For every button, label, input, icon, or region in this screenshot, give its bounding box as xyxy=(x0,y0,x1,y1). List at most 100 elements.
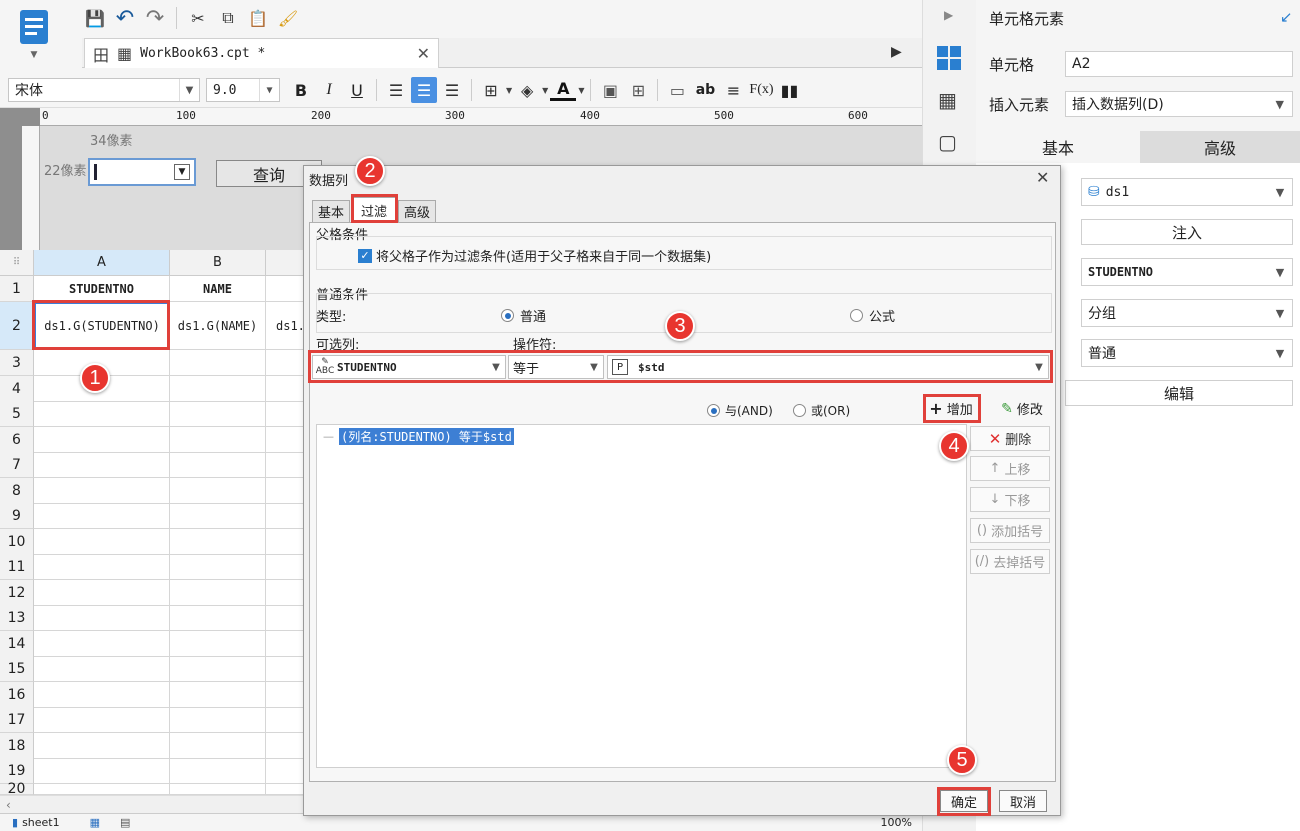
grid-cell[interactable] xyxy=(266,427,305,453)
condition-list-item[interactable]: (列名:STUDENTNO) 等于$std xyxy=(339,428,514,445)
grid-cell[interactable] xyxy=(34,656,170,682)
close-icon[interactable]: ✕ xyxy=(417,44,430,63)
merge-cell-icon[interactable]: ▣ xyxy=(597,77,623,103)
modify-condition-button[interactable]: ✎ 修改 xyxy=(994,396,1050,421)
align-left-icon[interactable]: ☰ xyxy=(383,77,409,103)
grid-cell[interactable] xyxy=(34,758,170,784)
grid-cell[interactable] xyxy=(266,376,305,402)
tab-menu-icon[interactable]: ▶ xyxy=(891,44,902,60)
grid-cell[interactable] xyxy=(266,758,305,784)
format-brush-icon[interactable]: 🖌 xyxy=(275,5,301,31)
row-header[interactable]: 1 xyxy=(0,276,34,302)
chart-icon[interactable]: ▮▮ xyxy=(776,77,802,103)
row-header[interactable]: 3 xyxy=(0,350,34,376)
font-color-icon[interactable]: A xyxy=(550,79,577,101)
grid-cell[interactable] xyxy=(266,478,305,504)
move-down-button[interactable]: ↓ 下移 xyxy=(970,487,1050,512)
row-header[interactable]: 17 xyxy=(0,707,34,733)
grid-cell[interactable] xyxy=(34,580,170,606)
grid-cell[interactable] xyxy=(266,350,305,376)
cell-c2[interactable]: ds1. xyxy=(266,302,305,350)
save-icon[interactable]: 💾 xyxy=(82,5,108,31)
dataset-select[interactable]: ⛁ ds1 ▼ xyxy=(1081,178,1293,206)
radio-formula[interactable]: 公式 xyxy=(850,306,895,325)
fill-color-icon[interactable]: ◈ xyxy=(514,77,540,103)
row-header[interactable]: 15 xyxy=(0,656,34,682)
grid-cell[interactable] xyxy=(34,682,170,708)
split-cell-icon[interactable]: ⊞ xyxy=(625,77,651,103)
grid-cell[interactable] xyxy=(170,350,266,376)
grid-cell[interactable] xyxy=(266,401,305,427)
field-select[interactable]: STUDENTNO ▼ xyxy=(1081,258,1293,286)
edit-button[interactable]: 编辑 xyxy=(1065,380,1293,406)
grid-cell[interactable] xyxy=(34,733,170,759)
formula-icon[interactable]: F(x) xyxy=(748,77,774,103)
app-menu-button[interactable]: ▼ xyxy=(14,6,54,62)
paste-icon[interactable]: 📋 xyxy=(245,5,271,31)
add-sheet-icon[interactable]: ▦ xyxy=(90,816,100,829)
dialog-tab-basic[interactable]: 基本 xyxy=(312,200,350,222)
parent-filter-checkbox-row[interactable]: ✓ 将父格子作为过滤条件(适用于父子格来自于同一个数据集) xyxy=(358,246,711,265)
cell-b2[interactable]: ds1.G(NAME) xyxy=(170,302,266,350)
grid-cell[interactable] xyxy=(170,529,266,555)
cell-input[interactable]: A2 xyxy=(1065,51,1293,77)
grid-cell[interactable] xyxy=(34,529,170,555)
grid-cell[interactable] xyxy=(34,503,170,529)
radio-and[interactable]: 与(AND) xyxy=(707,402,773,419)
column-header-b[interactable]: B xyxy=(170,250,266,276)
add-form-icon[interactable]: ▤ xyxy=(120,816,130,829)
align-right-icon[interactable]: ☰ xyxy=(439,77,465,103)
grid-cell[interactable] xyxy=(34,707,170,733)
cell-attribute-icon[interactable]: ▦ xyxy=(938,88,957,112)
widget-settings-icon[interactable]: ▢ xyxy=(938,130,957,154)
grid-cell[interactable] xyxy=(266,452,305,478)
grid-cell[interactable] xyxy=(34,631,170,657)
grid-cell[interactable] xyxy=(34,401,170,427)
tab-advanced[interactable]: 高级 xyxy=(1140,131,1300,163)
row-header[interactable]: 8 xyxy=(0,478,34,504)
row-header[interactable]: 16 xyxy=(0,682,34,708)
border-icon[interactable]: ⊞ xyxy=(478,77,504,103)
checkbox-checked-icon[interactable]: ✓ xyxy=(358,248,372,263)
radio-normal[interactable]: 普通 xyxy=(501,306,546,325)
font-name-select[interactable]: 宋体 ▼ xyxy=(8,78,200,102)
grid-cell[interactable] xyxy=(170,605,266,631)
redo-icon[interactable]: ↷ xyxy=(142,5,168,31)
align-center-icon[interactable]: ☰ xyxy=(411,77,437,103)
underline-icon[interactable]: U xyxy=(344,77,370,103)
row-header[interactable]: 9 xyxy=(0,503,34,529)
column-header-c[interactable] xyxy=(266,250,305,276)
grid-cell[interactable] xyxy=(34,452,170,478)
grid-cell[interactable] xyxy=(170,707,266,733)
group-select[interactable]: 分组 ▼ xyxy=(1081,299,1293,327)
row-header[interactable]: 11 xyxy=(0,554,34,580)
grid-cell[interactable] xyxy=(170,376,266,402)
font-size-select[interactable]: 9.0 ▼ xyxy=(206,78,280,102)
file-tab[interactable]: 田 ▦ WorkBook63.cpt * ✕ xyxy=(84,38,439,68)
condition-list[interactable] xyxy=(316,424,967,768)
grid-cell[interactable] xyxy=(266,503,305,529)
italic-icon[interactable]: I xyxy=(316,77,342,103)
grid-cell[interactable] xyxy=(34,605,170,631)
cell-b1[interactable]: NAME xyxy=(170,276,266,302)
row-header[interactable]: 13 xyxy=(0,605,34,631)
remove-bracket-button[interactable]: (/) 去掉括号 xyxy=(970,549,1050,574)
row-header[interactable]: 6 xyxy=(0,427,34,453)
grid-cell[interactable] xyxy=(170,478,266,504)
grid-cell[interactable] xyxy=(266,631,305,657)
row-header[interactable]: 14 xyxy=(0,631,34,657)
grid-cell[interactable] xyxy=(34,427,170,453)
panel-pin-icon[interactable]: ↙ xyxy=(1280,8,1293,26)
form-combo-widget[interactable]: ▼ xyxy=(88,158,196,186)
rich-text-icon[interactable]: ≡ xyxy=(720,77,746,103)
dialog-tab-advanced[interactable]: 高级 xyxy=(398,200,436,222)
row-header[interactable]: 20 xyxy=(0,781,34,797)
chevron-down-icon[interactable]: ▼ xyxy=(542,86,548,95)
grid-cell[interactable] xyxy=(170,452,266,478)
row-header[interactable]: 10 xyxy=(0,529,34,555)
grid-cell[interactable] xyxy=(170,656,266,682)
grid-cell[interactable] xyxy=(266,529,305,555)
tab-basic[interactable]: 基本 xyxy=(976,131,1140,163)
grid-cell[interactable] xyxy=(34,478,170,504)
collapse-arrow-icon[interactable]: ▶ xyxy=(944,8,953,22)
